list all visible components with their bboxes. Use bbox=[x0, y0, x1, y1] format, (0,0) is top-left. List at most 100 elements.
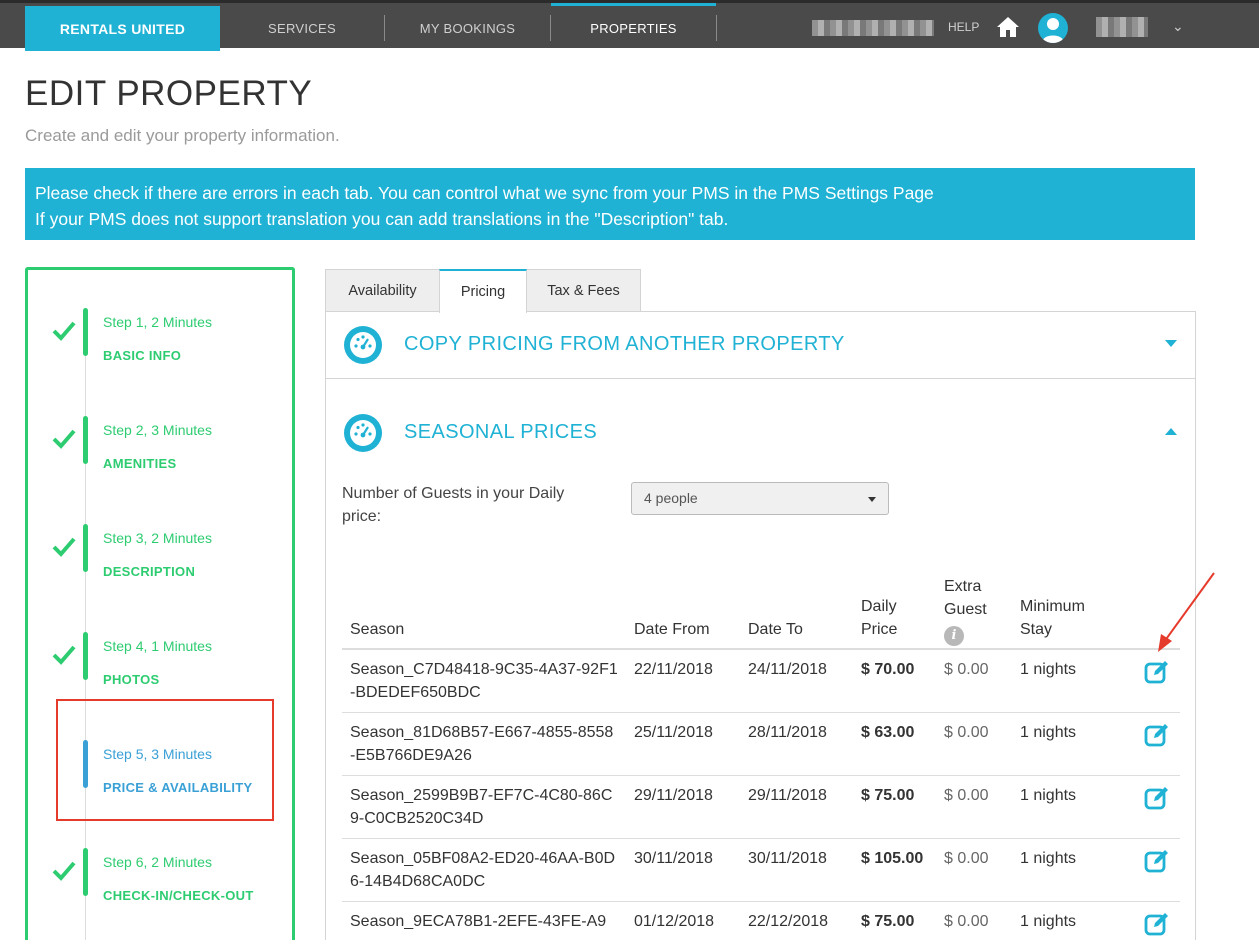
step-indicator bbox=[83, 308, 88, 356]
minimum-stay: 1 nights bbox=[1020, 787, 1077, 804]
date-from: 22/11/2018 bbox=[634, 661, 713, 678]
user-icon bbox=[1042, 18, 1064, 43]
guests-select[interactable]: 4 people bbox=[631, 482, 889, 515]
step-indicator bbox=[83, 416, 88, 464]
table-row: Season_2599B9B7-EF7C-4C80-86C9-C0CB2520C… bbox=[342, 776, 1180, 839]
copy-pricing-section-header[interactable]: COPY PRICING FROM ANOTHER PROPERTY bbox=[326, 312, 1195, 378]
step-name: DESCRIPTION bbox=[103, 564, 196, 579]
info-banner-line-1: Please check if there are errors in each… bbox=[35, 183, 934, 203]
section-title: COPY PRICING FROM ANOTHER PROPERTY bbox=[404, 333, 845, 355]
steps-sidebar: Step 1, 2 Minutes BASIC INFO Step 2, 3 M… bbox=[25, 267, 295, 940]
step-time: Step 4, 1 Minutes bbox=[103, 638, 212, 654]
help-link[interactable]: HELP bbox=[948, 20, 979, 34]
col-header-daily-price: Daily Price bbox=[861, 595, 897, 641]
date-to: 28/11/2018 bbox=[748, 724, 827, 741]
season-name: Season_2599B9B7-EF7C-4C80-86C9-C0CB2520C… bbox=[350, 787, 613, 827]
table-row: Season_05BF08A2-ED20-46AA-B0D6-14B4D68CA… bbox=[342, 839, 1180, 902]
date-to: 24/11/2018 bbox=[748, 661, 827, 678]
section-divider bbox=[326, 378, 1195, 379]
edit-icon[interactable] bbox=[1143, 910, 1171, 938]
col-header-daily-line-1: Daily bbox=[861, 598, 897, 615]
col-header-daily-line-2: Price bbox=[861, 621, 898, 638]
table-row: Season_C7D48418-9C35-4A37-92F1-BDEDEF650… bbox=[342, 650, 1180, 713]
step-amenities[interactable]: Step 2, 3 Minutes AMENITIES bbox=[28, 400, 292, 524]
check-icon bbox=[52, 321, 76, 341]
chevron-down-icon[interactable]: ⌄ bbox=[1172, 18, 1184, 35]
guests-select-value: 4 people bbox=[644, 490, 698, 506]
step-name: PHOTOS bbox=[103, 672, 160, 687]
step-time: Step 3, 2 Minutes bbox=[103, 530, 212, 546]
step-time: Step 1, 2 Minutes bbox=[103, 314, 212, 330]
date-to: 22/12/2018 bbox=[748, 913, 829, 930]
brand-logo[interactable]: RENTALS UNITED bbox=[25, 6, 220, 51]
date-to: 30/11/2018 bbox=[748, 850, 827, 867]
edit-icon[interactable] bbox=[1143, 721, 1171, 749]
nav-properties[interactable]: PROPERTIES bbox=[551, 3, 716, 51]
step-photos[interactable]: Step 4, 1 Minutes PHOTOS bbox=[28, 616, 292, 740]
caret-up-icon[interactable] bbox=[1165, 428, 1177, 435]
daily-price: $ 75.00 bbox=[861, 787, 915, 804]
col-header-extra-line-1: Extra bbox=[944, 578, 982, 595]
guests-label: Number of Guests in your Daily price: bbox=[342, 485, 565, 525]
nav-my-bookings[interactable]: MY BOOKINGS bbox=[385, 6, 550, 51]
col-header-date-from: Date From bbox=[634, 621, 710, 638]
step-name: BASIC INFO bbox=[103, 348, 182, 363]
col-header-extra-line-2: Guest bbox=[944, 601, 987, 618]
extra-guest-price: $ 0.00 bbox=[944, 913, 989, 930]
step-indicator bbox=[83, 524, 88, 572]
daily-price: $ 63.00 bbox=[861, 724, 915, 741]
extra-guest-price: $ 0.00 bbox=[944, 850, 989, 867]
edit-icon[interactable] bbox=[1143, 658, 1171, 686]
step-connector bbox=[85, 896, 86, 940]
season-name: Season_81D68B57-E667-4855-8558-E5B766DE9… bbox=[350, 724, 614, 764]
daily-price: $ 105.00 bbox=[861, 850, 924, 867]
step-description[interactable]: Step 3, 2 Minutes DESCRIPTION bbox=[28, 508, 292, 632]
caret-down-icon[interactable] bbox=[1165, 340, 1177, 347]
minimum-stay: 1 nights bbox=[1020, 850, 1077, 867]
user-avatar[interactable] bbox=[1038, 13, 1068, 43]
table-row: Season_81D68B57-E667-4855-8558-E5B766DE9… bbox=[342, 713, 1180, 776]
home-icon[interactable] bbox=[996, 15, 1020, 39]
edit-icon[interactable] bbox=[1143, 847, 1171, 875]
pricing-panel: COPY PRICING FROM ANOTHER PROPERTY SEASO… bbox=[325, 311, 1196, 940]
seasonal-prices-section-header[interactable]: SEASONAL PRICES bbox=[326, 400, 1195, 466]
select-arrow-icon bbox=[868, 497, 876, 502]
tab-pricing[interactable]: Pricing bbox=[439, 269, 527, 313]
step-time: Step 6, 2 Minutes bbox=[103, 854, 212, 870]
step-indicator bbox=[83, 848, 88, 896]
redacted-account-name bbox=[812, 20, 934, 36]
check-icon bbox=[52, 537, 76, 557]
info-banner-line-2: If your PMS does not support translation… bbox=[35, 209, 729, 229]
edit-icon[interactable] bbox=[1143, 784, 1171, 812]
col-header-minimum-stay: Minimum Stay bbox=[1020, 595, 1085, 641]
col-header-season: Season bbox=[350, 621, 405, 638]
minimum-stay: 1 nights bbox=[1020, 913, 1077, 930]
step-check-in-check-out[interactable]: Step 6, 2 Minutes CHECK-IN/CHECK-OUT bbox=[28, 832, 292, 940]
step-basic-info[interactable]: Step 1, 2 Minutes BASIC INFO bbox=[28, 292, 292, 416]
info-banner: Please check if there are errors in each… bbox=[25, 168, 1195, 240]
step-indicator bbox=[83, 632, 88, 680]
speedometer-icon bbox=[344, 326, 382, 364]
col-header-extra-guest: Extra Guest i bbox=[944, 575, 987, 646]
page-title: EDIT PROPERTY bbox=[25, 74, 313, 113]
nav-services[interactable]: SERVICES bbox=[220, 6, 384, 51]
section-title: SEASONAL PRICES bbox=[404, 421, 598, 443]
season-name: Season_C7D48418-9C35-4A37-92F1-BDEDEF650… bbox=[350, 661, 618, 701]
date-from: 29/11/2018 bbox=[634, 787, 713, 804]
redacted-user-name bbox=[1096, 17, 1148, 37]
info-icon[interactable]: i bbox=[944, 626, 964, 646]
top-navbar: RENTALS UNITED SERVICES MY BOOKINGS PROP… bbox=[0, 0, 1259, 51]
extra-guest-price: $ 0.00 bbox=[944, 787, 989, 804]
page-subtitle: Create and edit your property informatio… bbox=[25, 126, 340, 145]
step-time: Step 2, 3 Minutes bbox=[103, 422, 212, 438]
check-icon bbox=[52, 645, 76, 665]
date-from: 01/12/2018 bbox=[634, 913, 715, 930]
col-header-date-to: Date To bbox=[748, 621, 803, 638]
date-to: 29/11/2018 bbox=[748, 787, 827, 804]
minimum-stay: 1 nights bbox=[1020, 724, 1077, 741]
tab-availability[interactable]: Availability bbox=[325, 269, 440, 312]
col-header-min-line-2: Stay bbox=[1020, 621, 1053, 638]
tab-tax-fees[interactable]: Tax & Fees bbox=[526, 269, 641, 312]
step-name: CHECK-IN/CHECK-OUT bbox=[103, 888, 254, 903]
daily-price: $ 75.00 bbox=[861, 913, 915, 930]
